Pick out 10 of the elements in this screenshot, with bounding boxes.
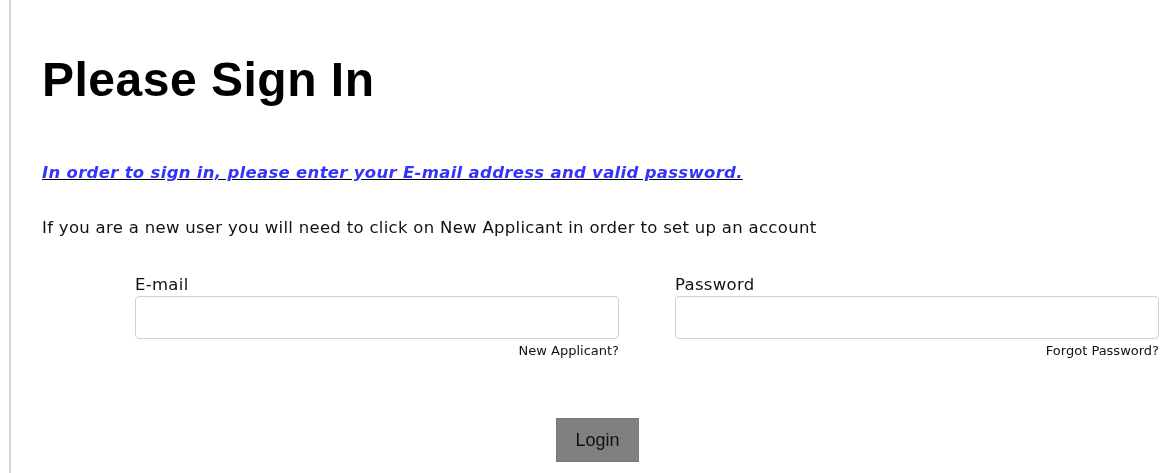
instruction-link[interactable]: In order to sign in, please enter your E-mail address and valid password. bbox=[42, 163, 743, 182]
new-applicant-link[interactable]: New Applicant? bbox=[518, 343, 619, 358]
page-title: Please Sign In bbox=[42, 52, 376, 108]
email-field[interactable] bbox=[135, 296, 619, 339]
new-user-note: If you are a new user you will need to click on New Applicant in order to set up an account bbox=[42, 218, 818, 237]
field-label: E-mail bbox=[135, 275, 190, 295]
field-label: Password bbox=[675, 275, 756, 295]
password-field[interactable] bbox=[675, 296, 1159, 339]
login-button[interactable]: Login bbox=[556, 418, 639, 462]
forgot-password-link[interactable]: Forgot Password? bbox=[1045, 343, 1159, 358]
